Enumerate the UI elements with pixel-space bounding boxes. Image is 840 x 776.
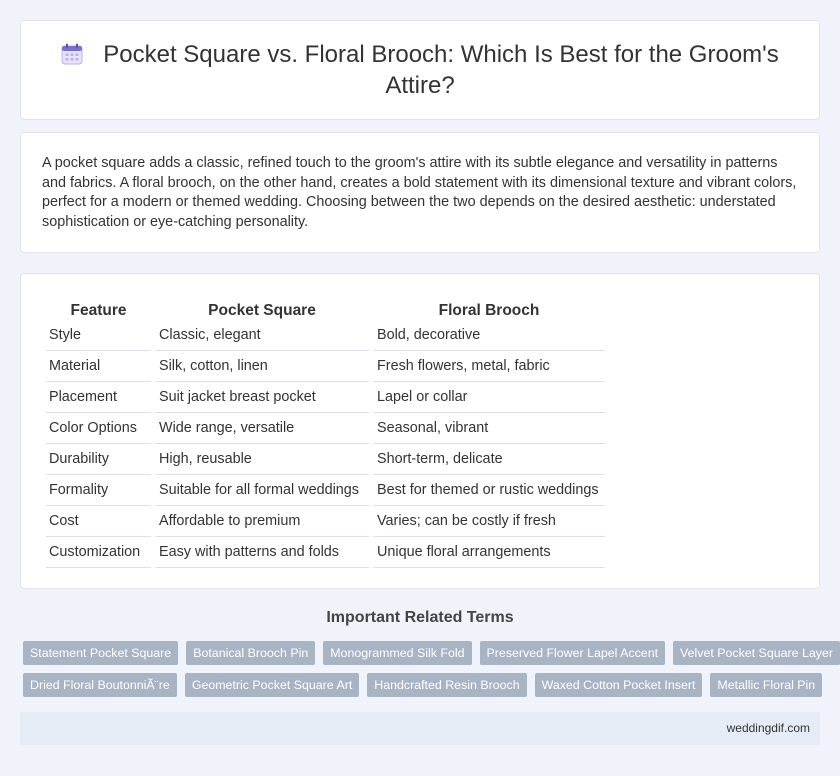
- row-floral-brooch-cell: Unique floral arrangements: [373, 537, 605, 568]
- intro-paragraph: A pocket square adds a classic, refined …: [42, 155, 797, 230]
- header-pocket-square: Pocket Square: [208, 302, 316, 319]
- table-row: Material Silk, cotton, linen Fresh flowe…: [46, 351, 605, 382]
- row-feature-cell: Material: [46, 351, 151, 382]
- table-row: Color Options Wide range, versatile Seas…: [46, 413, 605, 444]
- row-feature-cell: Placement: [46, 382, 151, 413]
- tag-row: Statement Pocket Square Botanical Brooch…: [23, 641, 840, 665]
- table-row: Customization Easy with patterns and fol…: [46, 537, 605, 568]
- related-term-tag[interactable]: Dried Floral BoutonniÃ¨re: [23, 673, 177, 697]
- row-feature-cell: Style: [46, 320, 151, 351]
- row-pocket-square-cell: Affordable to premium: [155, 506, 369, 537]
- table-row: Style Classic, elegant Bold, decorative: [46, 320, 605, 351]
- related-term-tag[interactable]: Preserved Flower Lapel Accent: [479, 641, 666, 665]
- related-term-tag[interactable]: Velvet Pocket Square Layer: [673, 641, 840, 665]
- row-feature-cell: Color Options: [46, 413, 151, 444]
- related-terms-list: Statement Pocket Square Botanical Brooch…: [23, 641, 840, 705]
- table-row: Cost Affordable to premium Varies; can b…: [46, 506, 605, 537]
- related-term-tag[interactable]: Monogrammed Silk Fold: [323, 641, 472, 665]
- related-terms-title: Important Related Terms: [326, 609, 514, 626]
- related-term-tag[interactable]: Waxed Cotton Pocket Insert: [534, 673, 703, 697]
- intro-card: A pocket square adds a classic, refined …: [20, 132, 820, 253]
- table-row: Placement Suit jacket breast pocket Lape…: [46, 382, 605, 413]
- row-pocket-square-cell: Classic, elegant: [155, 320, 369, 351]
- calendar-icon: [61, 43, 83, 65]
- row-floral-brooch-cell: Seasonal, vibrant: [373, 413, 605, 444]
- row-feature-cell: Cost: [46, 506, 151, 537]
- footer: weddingdif.com: [20, 712, 820, 745]
- header-card: Pocket Square vs. Floral Brooch: Which I…: [20, 20, 820, 120]
- header-floral-brooch: Floral Brooch: [438, 302, 540, 319]
- comparison-card: Feature Pocket Square Floral Brooch Styl…: [20, 273, 820, 589]
- row-floral-brooch-cell: Fresh flowers, metal, fabric: [373, 351, 605, 382]
- header-feature: Feature: [70, 302, 127, 319]
- related-term-tag[interactable]: Botanical Brooch Pin: [186, 641, 316, 665]
- related-term-tag[interactable]: Statement Pocket Square: [23, 641, 179, 665]
- row-floral-brooch-cell: Short-term, delicate: [373, 444, 605, 475]
- table-row: Formality Suitable for all formal weddin…: [46, 475, 605, 506]
- row-feature-cell: Durability: [46, 444, 151, 475]
- related-term-tag[interactable]: Geometric Pocket Square Art: [184, 673, 360, 697]
- comparison-table: Feature Pocket Square Floral Brooch Styl…: [42, 294, 609, 568]
- row-floral-brooch-cell: Bold, decorative: [373, 320, 605, 351]
- footer-site-link[interactable]: weddingdif.com: [727, 721, 810, 735]
- row-floral-brooch-cell: Varies; can be costly if fresh: [373, 506, 605, 537]
- row-pocket-square-cell: Suit jacket breast pocket: [155, 382, 369, 413]
- table-header-row: Feature Pocket Square Floral Brooch: [46, 294, 605, 320]
- row-pocket-square-cell: Easy with patterns and folds: [155, 537, 369, 568]
- row-pocket-square-cell: Suitable for all formal weddings: [155, 475, 369, 506]
- row-pocket-square-cell: Silk, cotton, linen: [155, 351, 369, 382]
- related-term-tag[interactable]: Metallic Floral Pin: [710, 673, 823, 697]
- row-feature-cell: Formality: [46, 475, 151, 506]
- row-pocket-square-cell: High, reusable: [155, 444, 369, 475]
- row-floral-brooch-cell: Lapel or collar: [373, 382, 605, 413]
- tag-row: Dried Floral BoutonniÃ¨re Geometric Pock…: [23, 673, 823, 697]
- table-row: Durability High, reusable Short-term, de…: [46, 444, 605, 475]
- page-title: Pocket Square vs. Floral Brooch: Which I…: [61, 39, 779, 101]
- row-pocket-square-cell: Wide range, versatile: [155, 413, 369, 444]
- related-term-tag[interactable]: Handcrafted Resin Brooch: [367, 673, 527, 697]
- row-feature-cell: Customization: [46, 537, 151, 568]
- row-floral-brooch-cell: Best for themed or rustic weddings: [373, 475, 605, 506]
- page-title-text: Pocket Square vs. Floral Brooch: Which I…: [103, 41, 779, 99]
